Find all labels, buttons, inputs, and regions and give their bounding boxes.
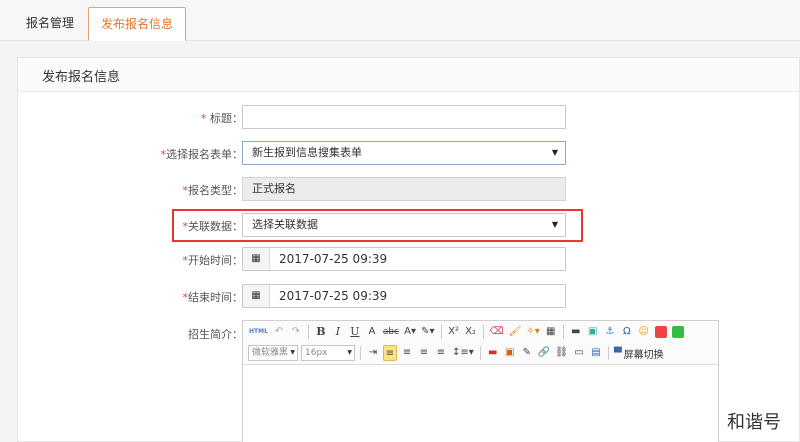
- tab-bar: 报名管理 发布报名信息: [0, 0, 800, 41]
- chevron-down-icon: ▼: [551, 148, 558, 157]
- panel-title: 发布报名信息: [42, 70, 121, 85]
- align-justify-icon[interactable]: ≡: [434, 345, 448, 361]
- emoticon-icon[interactable]: ☺: [637, 324, 651, 340]
- subscript-icon[interactable]: X₂: [464, 324, 478, 340]
- map-icon[interactable]: [671, 326, 684, 338]
- superscript-icon[interactable]: X²: [447, 324, 461, 340]
- toolbar-separator: [440, 325, 442, 339]
- auto-format-icon[interactable]: ✧▾: [525, 324, 540, 340]
- align-right-icon[interactable]: ≡: [417, 345, 431, 361]
- source-html-icon[interactable]: HTML: [248, 324, 269, 340]
- save-icon[interactable]: ▤: [589, 345, 603, 361]
- type-row: *报名类型： 正式报名: [18, 177, 800, 203]
- type-readonly-field: 正式报名: [242, 177, 566, 201]
- tab-publish-registration[interactable]: 发布报名信息: [88, 7, 187, 41]
- highlight-color-icon[interactable]: ✎▾: [420, 324, 435, 340]
- toolbar-separator: [479, 346, 481, 360]
- insert-media-icon[interactable]: ▣: [503, 345, 517, 361]
- end-time-value: 2017-07-25 09:39: [279, 289, 388, 303]
- end-time-row: *结束时间： ▦ 2017-07-25 09:39: [18, 284, 800, 310]
- strikethrough-icon[interactable]: abc: [382, 324, 400, 340]
- font-family-select[interactable]: 微软雅黑 ▼: [248, 345, 298, 361]
- rich-text-editor: HTML ↶ ↷ B I U Aabc A▾ ✎▾ X² X₂ ⌫ 🖌 ✧▾ ▦ ▬ ▣ ⚓ Ω ☺ 微软雅黑 ▼ 16…: [242, 320, 719, 442]
- line-height-icon[interactable]: ↕≡▾: [451, 345, 475, 361]
- watermark: 和谐号: [727, 412, 781, 433]
- format-brush-icon[interactable]: 🖌: [508, 324, 523, 340]
- font-size-select[interactable]: 16px ▼: [301, 345, 355, 361]
- border-a-icon[interactable]: A: [365, 324, 379, 340]
- toolbar-row-2: 微软雅黑 ▼ 16px ▼ ⇥ ≡ ≡ ≡ ≡ ↕≡▾ ▬ ▣ ✎ 🔗 ⛓ ▭ ▤ ▀ 屏幕切换: [248, 344, 664, 362]
- font-color-icon[interactable]: A▾: [403, 324, 417, 340]
- eraser-icon[interactable]: ⌫: [489, 324, 505, 340]
- form-select-label: *选择报名表单：: [160, 148, 244, 161]
- attachment-icon[interactable]: [654, 326, 667, 338]
- type-label: *报名类型：: [182, 184, 244, 197]
- editor-toolbar: HTML ↶ ↷ B I U Aabc A▾ ✎▾ X² X₂ ⌫ 🖌 ✧▾ ▦ ▬ ▣ ⚓ Ω ☺ 微软雅黑 ▼ 16…: [243, 321, 718, 365]
- bold-icon[interactable]: B: [314, 324, 328, 340]
- toolbar-row-1: HTML ↶ ↷ B I U Aabc A▾ ✎▾ X² X₂ ⌫ 🖌 ✧▾ ▦ ▬ ▣ ⚓ Ω ☺: [248, 323, 685, 341]
- form-select-row: *选择报名表单： 新生报到信息搜集表单 ▼: [18, 141, 800, 167]
- start-time-row: *开始时间： ▦ 2017-07-25 09:39: [18, 247, 800, 273]
- indent-icon[interactable]: ⇥: [366, 345, 380, 361]
- form-select-value: 新生报到信息搜集表单: [252, 146, 362, 159]
- underline-icon[interactable]: U: [348, 324, 362, 340]
- panel-header: 发布报名信息: [18, 58, 799, 92]
- page-break-icon[interactable]: ▭: [572, 345, 586, 361]
- link-icon[interactable]: 🔗: [537, 345, 551, 361]
- anchor-icon[interactable]: ⚓: [603, 324, 617, 340]
- undo-icon[interactable]: ↶: [272, 324, 286, 340]
- unlink-icon[interactable]: ⛓: [554, 345, 569, 361]
- end-time-label: *结束时间：: [182, 291, 244, 304]
- start-time-input[interactable]: ▦ 2017-07-25 09:39: [242, 247, 566, 271]
- title-label: * 标题：: [201, 112, 243, 125]
- fullscreen-label: 屏幕切换: [623, 349, 664, 361]
- editor-content-area[interactable]: [243, 365, 718, 442]
- start-time-label: *开始时间：: [182, 254, 244, 267]
- intro-label: 招生简介：: [188, 328, 243, 341]
- toolbar-separator: [607, 346, 609, 360]
- toolbar-separator: [360, 346, 361, 360]
- horizontal-rule-icon[interactable]: ▬: [569, 324, 583, 340]
- table-icon[interactable]: ▦: [544, 324, 558, 340]
- end-time-input[interactable]: ▦ 2017-07-25 09:39: [242, 284, 566, 308]
- title-input[interactable]: [242, 105, 566, 129]
- toolbar-separator: [562, 325, 564, 339]
- redo-icon[interactable]: ↷: [289, 324, 303, 340]
- align-left-icon[interactable]: ≡: [383, 345, 397, 361]
- toolbar-separator: [307, 325, 309, 339]
- insert-flash-icon[interactable]: ✎: [520, 345, 534, 361]
- calendar-icon[interactable]: ▦: [243, 285, 270, 307]
- annotation-highlight-box: [172, 209, 583, 242]
- fullscreen-icon: ▀: [613, 347, 622, 359]
- calendar-icon[interactable]: ▦: [243, 248, 270, 270]
- form-select-dropdown[interactable]: 新生报到信息搜集表单 ▼: [242, 141, 566, 165]
- fullscreen-toggle-button[interactable]: ▀ 屏幕切换: [614, 346, 664, 361]
- required-mark: *: [201, 112, 210, 125]
- special-char-icon[interactable]: Ω: [620, 324, 634, 340]
- align-center-icon[interactable]: ≡: [400, 345, 414, 361]
- toolbar-separator: [482, 325, 484, 339]
- italic-icon[interactable]: I: [331, 324, 345, 340]
- publish-panel: 发布报名信息 * 标题： *选择报名表单： 新生报到信息搜集表单 ▼ *报名类型…: [17, 57, 800, 442]
- tab-registration-management[interactable]: 报名管理: [14, 7, 86, 41]
- title-row: * 标题：: [18, 105, 800, 131]
- insert-image-icon[interactable]: ▬: [486, 345, 500, 361]
- start-time-value: 2017-07-25 09:39: [279, 252, 388, 266]
- image-icon[interactable]: ▣: [586, 324, 600, 340]
